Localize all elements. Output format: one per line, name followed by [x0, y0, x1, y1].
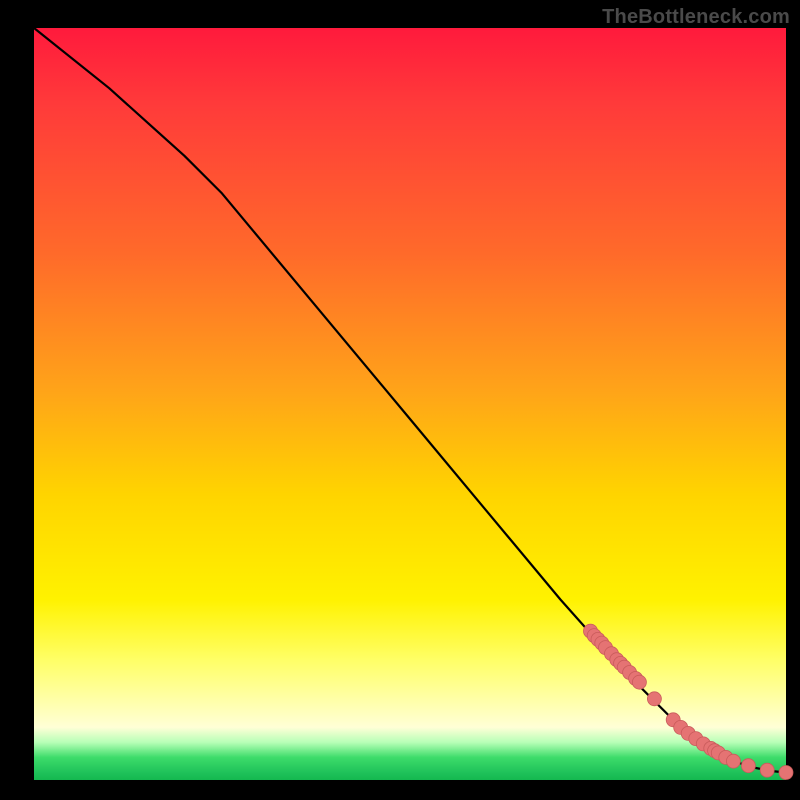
data-point	[726, 754, 740, 768]
chart-overlay	[34, 28, 786, 780]
attribution-label: TheBottleneck.com	[602, 6, 790, 29]
data-point	[779, 766, 793, 780]
data-point	[741, 759, 755, 773]
data-point	[647, 692, 661, 706]
bottleneck-curve	[34, 28, 786, 773]
chart-stage: TheBottleneck.com	[0, 0, 800, 800]
data-point	[760, 763, 774, 777]
data-points	[584, 624, 794, 779]
data-point	[632, 675, 646, 689]
